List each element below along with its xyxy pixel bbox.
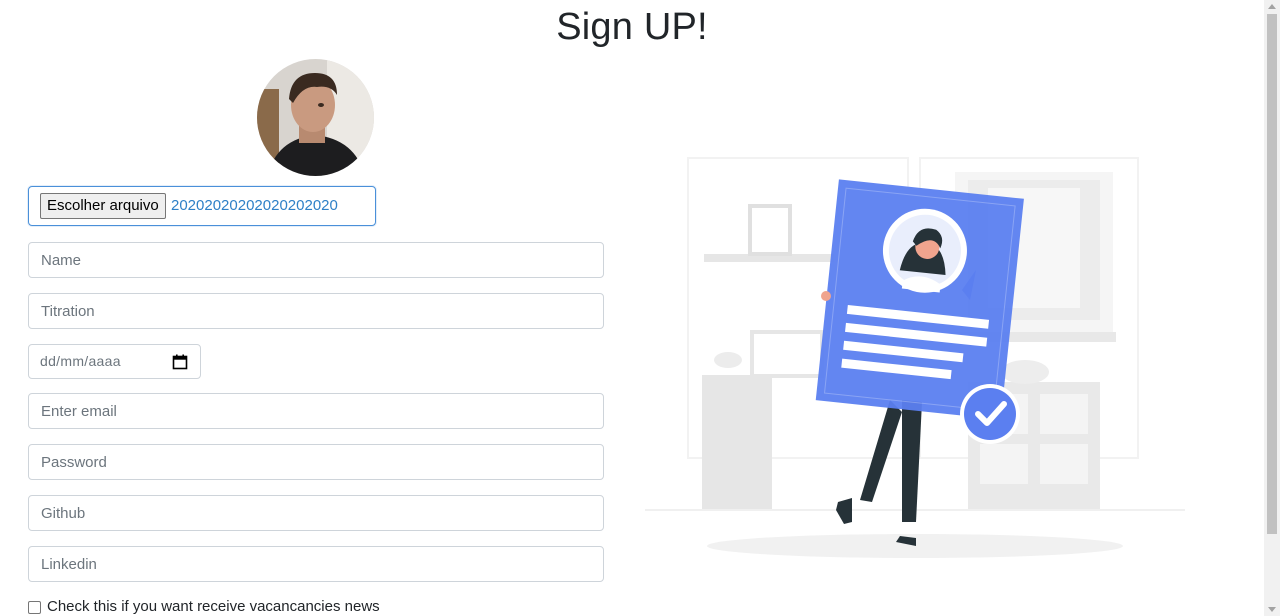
choose-file-button[interactable]: Escolher arquivo (40, 193, 166, 219)
file-input[interactable]: Escolher arquivo 20202020202020202020 (28, 186, 376, 226)
news-checkbox-label[interactable]: Check this if you want receive vacancanc… (47, 598, 380, 615)
sign-up-illustration-icon (645, 157, 1185, 558)
github-input[interactable] (28, 495, 604, 531)
scroll-thumb[interactable] (1267, 14, 1277, 534)
profile-photo-icon (257, 59, 374, 176)
birthdate-input[interactable]: dd/mm/aaaa (28, 344, 201, 379)
linkedin-input[interactable] (28, 546, 604, 582)
calendar-icon[interactable] (172, 354, 188, 370)
selected-file-name: 20202020202020202020 (171, 197, 338, 214)
email-input[interactable] (28, 393, 604, 429)
news-checkbox[interactable] (28, 601, 41, 614)
titration-input[interactable] (28, 293, 604, 329)
page-title: Sign UP! (556, 6, 708, 48)
page-scrollbar[interactable] (1264, 0, 1280, 616)
password-input[interactable] (28, 444, 604, 480)
date-placeholder: dd/mm/aaaa (40, 353, 121, 369)
scroll-up-arrow-icon[interactable] (1268, 4, 1276, 9)
avatar (257, 59, 374, 176)
name-input[interactable] (28, 242, 604, 278)
scroll-down-arrow-icon[interactable] (1268, 607, 1276, 612)
